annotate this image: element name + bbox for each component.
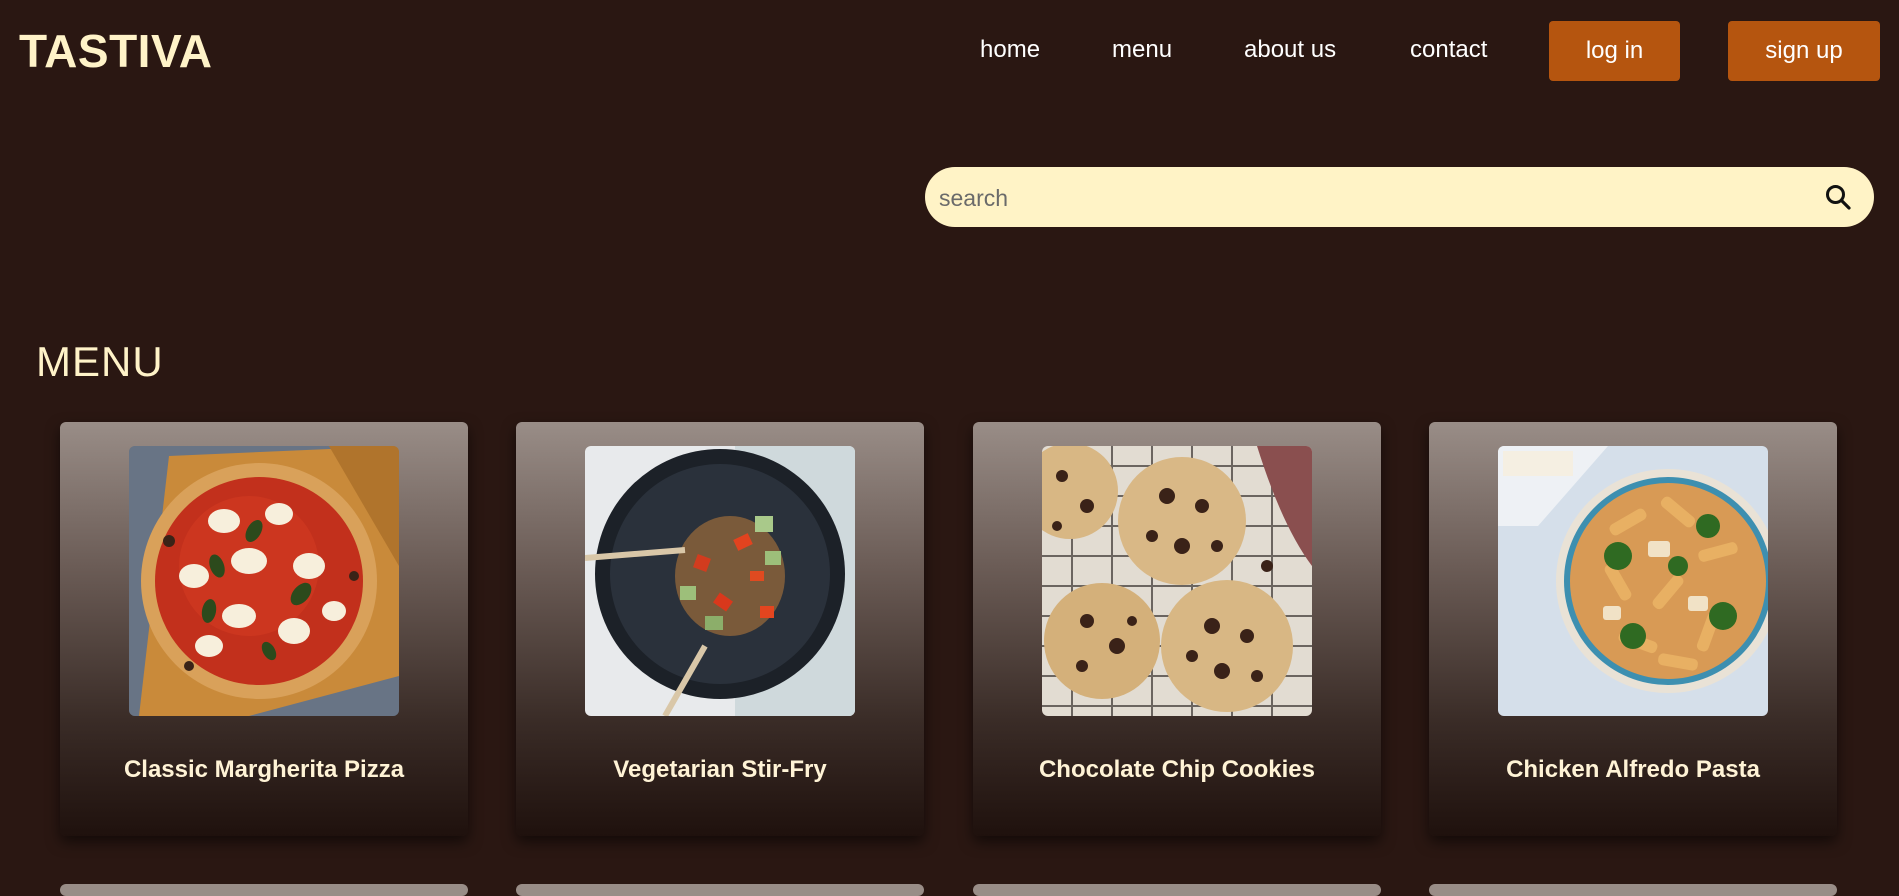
menu-card-stir-fry[interactable]: Vegetarian Stir-Fry <box>516 422 924 836</box>
card-title: Classic Margherita Pizza <box>123 756 405 783</box>
search-input[interactable] <box>937 167 1801 229</box>
nav-home[interactable]: home <box>980 36 1040 64</box>
menu-title: MENU <box>36 338 164 385</box>
card-title: Chicken Alfredo Pasta <box>1506 756 1760 783</box>
search-bar <box>925 167 1874 229</box>
nav-about-us[interactable]: about us <box>1244 36 1336 64</box>
nav-contact[interactable]: contact <box>1410 36 1487 64</box>
card-title: Vegetarian Stir-Fry <box>613 756 827 783</box>
login-button[interactable]: log in <box>1549 21 1680 81</box>
cookies-photo <box>1042 446 1312 716</box>
search-icon[interactable] <box>1824 183 1852 211</box>
menu-card-cookies[interactable]: Chocolate Chip Cookies <box>973 422 1381 836</box>
menu-card-pasta[interactable]: Chicken Alfredo Pasta <box>1429 422 1837 836</box>
nav-menu[interactable]: menu <box>1112 36 1172 64</box>
menu-card-pizza[interactable]: Classic Margherita Pizza <box>60 422 468 836</box>
pizza-photo <box>129 446 399 716</box>
signup-button[interactable]: sign up <box>1728 21 1880 81</box>
site-header: TASTIVA home menu about us contact log i… <box>0 0 1899 100</box>
pasta-photo <box>1498 446 1768 716</box>
main-nav: home menu about us contact log in sign u… <box>0 0 1899 100</box>
stir-fry-photo <box>585 446 855 716</box>
card-title: Chocolate Chip Cookies <box>1038 756 1316 783</box>
